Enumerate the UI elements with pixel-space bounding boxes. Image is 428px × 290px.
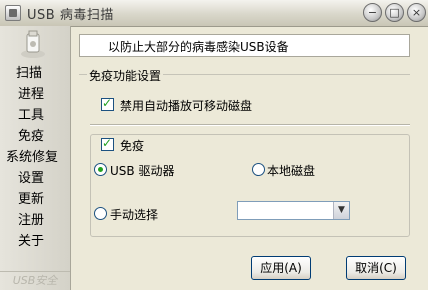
sidebar-item-register[interactable]: 注册 [0,207,70,228]
disable-autoplay-label[interactable]: 禁用自动播放可移动磁盘 [120,97,252,114]
close-button[interactable]: × [407,3,426,22]
sidebar-item-label: 关于 [18,234,45,249]
sidebar: 扫描 进程 工具 免疫 系统修复 设置 更新 注册 关于 USB安全 [0,26,71,290]
drive-select-dropdown[interactable]: ▼ [237,201,350,220]
immune-label[interactable]: 免疫 [120,137,144,154]
usb-drive-radio[interactable] [94,163,107,176]
maximize-button[interactable]: □ [385,3,404,22]
sidebar-item-label: 工具 [18,108,45,123]
sidebar-item-update[interactable]: 更新 [0,186,70,207]
sidebar-item-immunity[interactable]: 免疫 [0,123,70,144]
sidebar-item-label: 更新 [18,192,45,207]
sidebar-item-label: 系统修复 [6,150,59,165]
window-title: USB 病毒扫描 [27,8,114,23]
immune-checkbox[interactable] [101,136,114,151]
apply-button[interactable]: 应用(A) [251,256,311,280]
sidebar-item-tools[interactable]: 工具 [0,102,70,123]
sidebar-item-scan[interactable]: 扫描 [0,60,70,81]
usb-drive-logo-icon [21,30,45,58]
sidebar-footer: USB安全 [0,271,70,290]
chevron-down-icon: ▼ [338,205,345,215]
manual-select-label[interactable]: 手动选择 [110,206,158,223]
disable-autoplay-checkbox[interactable] [101,96,114,111]
group-title: 免疫功能设置 [87,67,164,84]
minimize-button[interactable]: − [363,3,382,22]
minimize-icon: − [367,6,378,19]
sidebar-item-label: 进程 [18,87,45,102]
maximize-icon: □ [389,6,400,19]
section-separator [90,124,410,126]
dropdown-arrow-button[interactable]: ▼ [333,202,349,219]
sidebar-item-system-repair[interactable]: 系统修复 [0,144,70,165]
manual-select-radio[interactable] [94,207,107,220]
banner-text: 以防止大部分的病毒感染USB设备 [108,40,289,54]
sidebar-item-process[interactable]: 进程 [0,81,70,102]
close-icon: × [411,6,422,19]
usb-drive-label[interactable]: USB 驱动器 [110,162,174,179]
sidebar-item-label: 扫描 [16,66,43,81]
local-disk-radio[interactable] [252,163,265,176]
sidebar-item-about[interactable]: 关于 [0,228,70,249]
title-bar[interactable]: USB 病毒扫描 − □ × [0,0,428,27]
info-banner: 以防止大部分的病毒感染USB设备 [79,34,410,57]
app-icon [5,5,21,21]
sidebar-item-label: 注册 [18,213,45,228]
local-disk-label[interactable]: 本地磁盘 [267,162,315,179]
sidebar-item-label: 免疫 [18,129,45,144]
sidebar-item-settings[interactable]: 设置 [0,165,70,186]
cancel-button[interactable]: 取消(C) [346,256,406,280]
sidebar-item-label: 设置 [18,171,45,186]
